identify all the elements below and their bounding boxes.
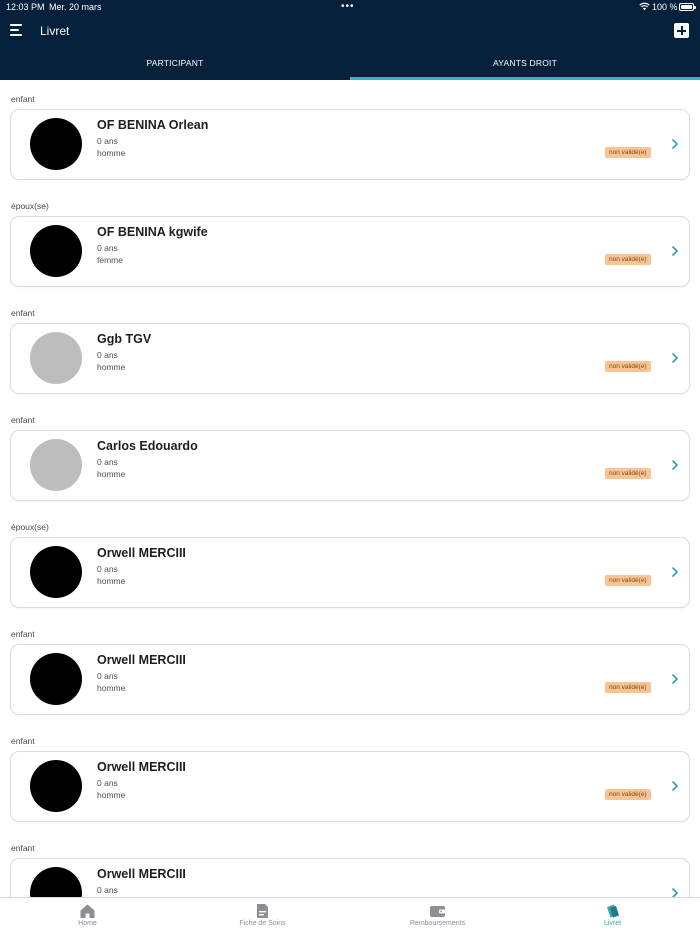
beneficiary-gender: homme <box>97 148 126 158</box>
status-badge: non validé(e) <box>605 789 651 800</box>
beneficiary-name: Orwell MERCIII <box>97 546 186 560</box>
battery-icon <box>679 3 696 11</box>
beneficiary-gender: homme <box>97 790 126 800</box>
status-badge: non validé(e) <box>605 682 651 693</box>
avatar-placeholder <box>30 439 82 491</box>
relation-label: enfant <box>11 415 35 425</box>
avatar <box>30 118 82 170</box>
status-bar: 12:03 PM Mer. 20 mars ••• 100 % <box>0 0 700 16</box>
beneficiary-age: 0 ans <box>97 564 118 574</box>
bottom-tab-label: Home <box>78 920 97 927</box>
chevron-right-icon[interactable] <box>669 138 681 150</box>
beneficiary-age: 0 ans <box>97 671 118 681</box>
status-date: Mer. 20 mars <box>49 2 102 12</box>
relation-label: époux(se) <box>11 201 49 211</box>
avatar <box>30 867 82 897</box>
beneficiary-group: enfant Ggb TGV 0 ans homme non validé(e) <box>0 294 700 401</box>
beneficiary-group: enfant Orwell MERCIII 0 ans <box>0 829 700 897</box>
beneficiary-group: enfant Orwell MERCIII 0 ans homme non va… <box>0 615 700 722</box>
beneficiary-list: enfant OF BENINA Orlean 0 ans homme non … <box>0 80 700 897</box>
beneficiary-group: époux(se) OF BENINA kgwife 0 ans femme n… <box>0 187 700 294</box>
add-icon[interactable] <box>674 23 689 38</box>
bottom-tab-fiche-de-soins[interactable]: Fiche de Soins <box>175 898 350 934</box>
multitasking-dots-icon[interactable]: ••• <box>341 1 355 12</box>
tab-bar: PARTICIPANT AYANTS DROIT <box>0 46 700 80</box>
beneficiary-card[interactable]: Orwell MERCIII 0 ans <box>10 858 690 897</box>
top-navbar: Livret <box>0 16 700 46</box>
beneficiary-name: Ggb TGV <box>97 332 152 346</box>
chevron-right-icon[interactable] <box>669 887 681 897</box>
beneficiary-group: enfant Carlos Edouardo 0 ans homme non v… <box>0 401 700 508</box>
beneficiary-card[interactable]: Orwell MERCIII 0 ans homme non validé(e) <box>10 751 690 822</box>
bottom-tab-livret[interactable]: Livret <box>525 898 700 934</box>
beneficiary-group: époux(se) Orwell MERCIII 0 ans homme non… <box>0 508 700 615</box>
relation-label: enfant <box>11 308 35 318</box>
beneficiary-name: Carlos Edouardo <box>97 439 198 453</box>
avatar <box>30 760 82 812</box>
beneficiary-age: 0 ans <box>97 243 118 253</box>
document-icon <box>257 904 268 918</box>
relation-label: enfant <box>11 94 35 104</box>
beneficiary-gender: homme <box>97 576 126 586</box>
avatar <box>30 653 82 705</box>
relation-label: époux(se) <box>11 522 49 532</box>
avatar <box>30 225 82 277</box>
avatar <box>30 546 82 598</box>
beneficiary-age: 0 ans <box>97 136 118 146</box>
beneficiary-card[interactable]: Orwell MERCIII 0 ans homme non validé(e) <box>10 644 690 715</box>
bottom-tab-bar: Home Fiche de Soins Remboursements Livre… <box>0 897 700 934</box>
bottom-tab-label: Livret <box>603 920 622 927</box>
chevron-right-icon[interactable] <box>669 245 681 257</box>
chevron-right-icon[interactable] <box>669 566 681 578</box>
relation-label: enfant <box>11 629 35 639</box>
beneficiary-name: Orwell MERCIII <box>97 760 186 774</box>
beneficiary-name: Orwell MERCIII <box>97 867 186 881</box>
status-badge: non validé(e) <box>605 147 651 158</box>
tab-participant[interactable]: PARTICIPANT <box>0 46 350 80</box>
relation-label: enfant <box>11 736 35 746</box>
booklet-icon <box>607 904 619 918</box>
page-title: Livret <box>40 24 70 38</box>
beneficiary-group: enfant OF BENINA Orlean 0 ans homme non … <box>0 80 700 187</box>
beneficiary-age: 0 ans <box>97 778 118 788</box>
status-badge: non validé(e) <box>605 468 651 479</box>
beneficiary-gender: femme <box>97 255 123 265</box>
home-icon <box>80 904 95 918</box>
bottom-tab-label: Remboursements <box>409 920 466 927</box>
wallet-icon <box>430 906 445 917</box>
bottom-tab-label: Fiche de Soins <box>239 920 286 927</box>
status-badge: non validé(e) <box>605 254 651 265</box>
menu-icon[interactable] <box>10 24 24 37</box>
bottom-tab-home[interactable]: Home <box>0 898 175 934</box>
beneficiary-name: OF BENINA kgwife <box>97 225 208 239</box>
chevron-right-icon[interactable] <box>669 673 681 685</box>
avatar-placeholder <box>30 332 82 384</box>
beneficiary-name: Orwell MERCIII <box>97 653 186 667</box>
beneficiary-card[interactable]: Orwell MERCIII 0 ans homme non validé(e) <box>10 537 690 608</box>
beneficiary-age: 0 ans <box>97 885 118 895</box>
chevron-right-icon[interactable] <box>669 780 681 792</box>
beneficiary-card[interactable]: Ggb TGV 0 ans homme non validé(e) <box>10 323 690 394</box>
beneficiary-gender: homme <box>97 362 126 372</box>
beneficiary-name: OF BENINA Orlean <box>97 118 209 132</box>
battery-percent: 100 % <box>652 2 678 12</box>
status-badge: non validé(e) <box>605 575 651 586</box>
beneficiary-gender: homme <box>97 469 126 479</box>
beneficiary-age: 0 ans <box>97 457 118 467</box>
beneficiary-group: enfant Orwell MERCIII 0 ans homme non va… <box>0 722 700 829</box>
relation-label: enfant <box>11 843 35 853</box>
beneficiary-gender: homme <box>97 683 126 693</box>
chevron-right-icon[interactable] <box>669 459 681 471</box>
beneficiary-age: 0 ans <box>97 350 118 360</box>
bottom-tab-remboursements[interactable]: Remboursements <box>350 898 525 934</box>
beneficiary-card[interactable]: OF BENINA Orlean 0 ans homme non validé(… <box>10 109 690 180</box>
tab-ayants-droit[interactable]: AYANTS DROIT <box>350 46 700 80</box>
chevron-right-icon[interactable] <box>669 352 681 364</box>
status-badge: non validé(e) <box>605 361 651 372</box>
beneficiary-card[interactable]: OF BENINA kgwife 0 ans femme non validé(… <box>10 216 690 287</box>
wifi-icon <box>639 2 650 11</box>
beneficiary-card[interactable]: Carlos Edouardo 0 ans homme non validé(e… <box>10 430 690 501</box>
status-time: 12:03 PM <box>6 2 45 12</box>
